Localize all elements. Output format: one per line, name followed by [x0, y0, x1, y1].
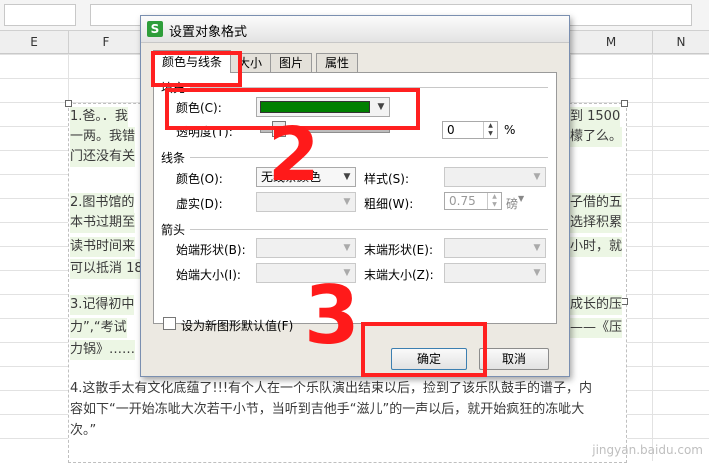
begin-style-dropdown[interactable]: ▼ [256, 238, 356, 258]
weight-spinner[interactable]: 0.75 ▲ ▼ [444, 192, 502, 210]
spinner-buttons[interactable]: ▲ ▼ [483, 122, 497, 138]
chevron-down-icon: ▼ [533, 268, 541, 278]
set-default-label[interactable]: 设为新图形默认值(F) [181, 317, 293, 334]
column-header-n[interactable]: N [653, 31, 709, 53]
column-header-e[interactable]: E [0, 31, 69, 53]
begin-style-label: 始端形状(B): [176, 243, 246, 257]
set-default-checkbox[interactable] [163, 317, 176, 330]
paragraph-fragment: 1.爸。．我 [70, 107, 128, 127]
divider [190, 229, 548, 230]
chevron-down-icon: ▼ [343, 243, 351, 253]
resize-handle[interactable] [621, 298, 628, 305]
weight-unit-label: 磅 [506, 197, 519, 211]
paragraph-4-line-1: 4.这散手太有文化底蕴了!!!有个人在一个乐队演出结束以后，捡到了该乐队鼓手的谱… [70, 381, 593, 396]
annotation-number-3: 3 [304, 269, 360, 362]
paragraph-4-line-3: 次。” [70, 423, 97, 438]
paragraph-fragment: 力”,“考试 [70, 318, 127, 338]
dialog-titlebar[interactable]: S 设置对象格式 [141, 16, 569, 43]
watermark: jingyan.baidu.com [592, 443, 703, 457]
paragraph-fragment: 成长的压 [570, 295, 623, 315]
paragraph-fragment: 选择积累 [570, 213, 623, 233]
spinner-buttons[interactable]: ▲ ▼ [487, 193, 501, 209]
end-size-label: 末端大小(Z): [364, 268, 434, 282]
end-style-label: 末端形状(E): [364, 243, 433, 257]
arrow-group-title: 箭头 [161, 223, 186, 237]
chevron-down-icon: ▼ [533, 172, 541, 182]
begin-size-label: 始端大小(I): [176, 268, 241, 282]
paragraph-fragment: 子借的五 [570, 193, 623, 213]
cancel-button[interactable]: 取消 [479, 348, 549, 370]
annotation-box-ok [361, 322, 487, 377]
line-group-title: 线条 [161, 151, 186, 165]
weight-value: 0.75 [449, 194, 476, 208]
divider [190, 157, 548, 158]
name-box[interactable] [4, 4, 76, 26]
paragraph-fragment: 一两。我错 [70, 127, 136, 147]
end-size-dropdown[interactable]: ▼ [444, 263, 546, 283]
paragraph-4-line-2: 容如下“一开始冻呲大次若干小节，当听到吉他手“滋儿”的一声以后，就开始疯狂的冻呲… [70, 402, 585, 417]
transparency-value: 0 [447, 123, 455, 137]
line-color-label: 颜色(O): [176, 172, 223, 186]
paragraph-fragment: ——《压 [570, 318, 623, 338]
paragraph-fragment: 檬了么。 [570, 127, 623, 147]
percent-label: % [504, 123, 516, 137]
end-style-dropdown[interactable]: ▼ [444, 238, 546, 258]
paragraph-fragment: 到 1500 [570, 107, 621, 127]
resize-handle[interactable] [621, 100, 628, 107]
line-style-dropdown[interactable]: ▼ [444, 167, 546, 187]
transparency-spinner[interactable]: 0 ▲ ▼ [442, 121, 498, 139]
chevron-down-icon[interactable]: ▼ [518, 194, 524, 203]
paragraph-fragment: 力锅》…… [70, 340, 136, 360]
app-logo-icon: S [147, 21, 163, 37]
weight-label: 粗细(W): [364, 197, 414, 211]
annotation-number-2: 2 [268, 112, 320, 198]
tab-picture[interactable]: 图片 [270, 53, 313, 73]
paragraph-fragment: 3.记得初中 [70, 295, 135, 315]
grid-line [652, 54, 653, 461]
line-style-label: 样式(S): [364, 172, 410, 186]
paragraph-fragment: 2.图书馆的 [70, 193, 135, 213]
paragraph-fragment: 可以抵消 18 [70, 259, 143, 279]
dash-label: 虚实(D): [176, 197, 223, 211]
paragraph-fragment: 小时，就 [570, 237, 623, 257]
resize-handle[interactable] [65, 100, 72, 107]
chevron-down-icon: ▼ [343, 172, 351, 182]
paragraph-fragment: 门还没有关 [70, 147, 136, 167]
paragraph-fragment: 本书过期至 [70, 213, 136, 233]
column-header-m[interactable]: M [570, 31, 653, 53]
chevron-down-icon: ▼ [343, 197, 351, 207]
column-header-f[interactable]: F [69, 31, 144, 53]
paragraph-fragment: 读书时间来 [70, 237, 136, 257]
tab-properties[interactable]: 属性 [316, 53, 359, 73]
annotation-box-tab [151, 51, 242, 87]
dialog-title: 设置对象格式 [169, 25, 248, 40]
chevron-down-icon: ▼ [533, 243, 541, 253]
